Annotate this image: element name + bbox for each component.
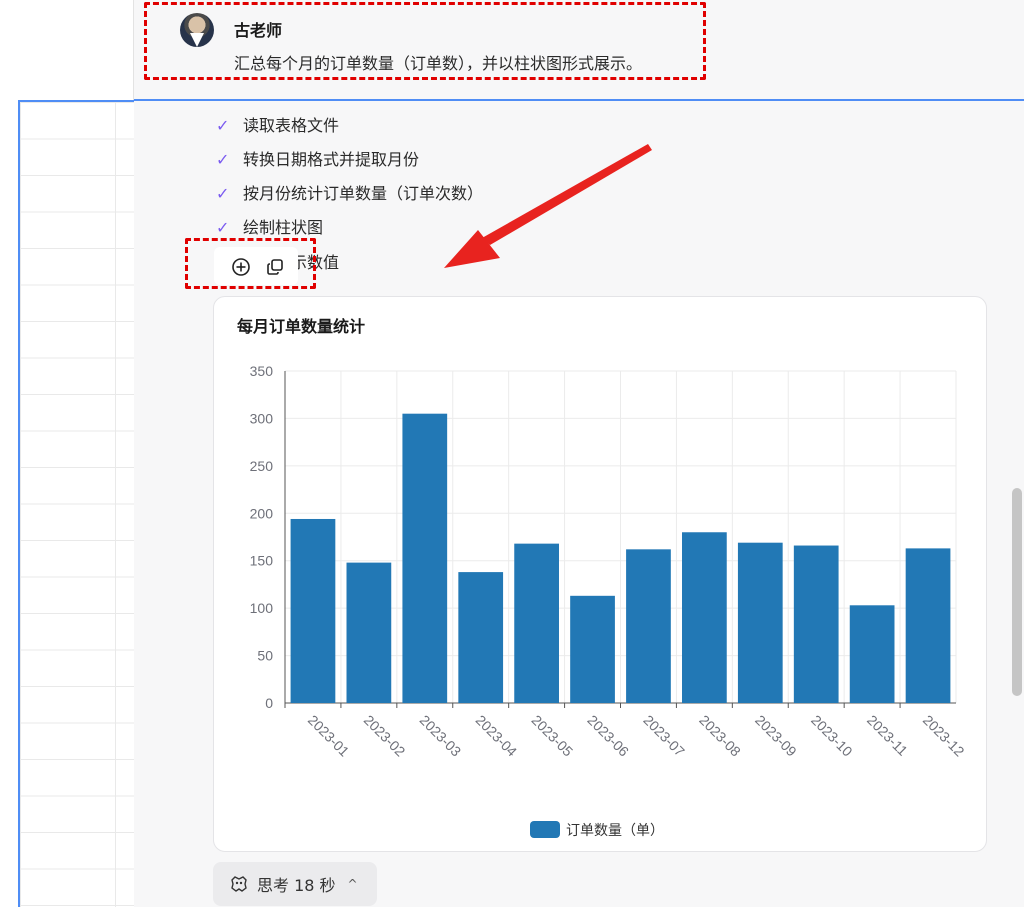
bar — [682, 532, 727, 703]
y-tick-label: 150 — [250, 553, 274, 569]
think-label: 思考 18 秒 — [257, 876, 336, 895]
bar — [737, 542, 783, 703]
x-tick-label: 2023-03 — [417, 712, 465, 760]
sheet-grid — [18, 100, 134, 907]
step-item: ✓ 读取表格文件 — [216, 112, 339, 136]
check-icon: ✓ — [216, 218, 230, 237]
x-tick-label: 2023-04 — [473, 712, 521, 760]
x-tick-label: 2023-06 — [584, 712, 632, 760]
bar-chart: 0501001502002503003502023-01 2023-02 2023-… — [250, 363, 968, 839]
legend-swatch — [530, 821, 560, 838]
x-tick-label: 2023-01 — [305, 712, 353, 760]
bar — [514, 543, 559, 703]
y-tick-label: 300 — [250, 410, 274, 426]
step-label: 读取表格文件 — [243, 116, 340, 135]
bar — [290, 518, 336, 703]
bar — [905, 548, 951, 703]
bar — [626, 549, 671, 703]
scrollbar-thumb[interactable] — [1012, 488, 1022, 696]
chevron-up-icon: ^ — [347, 877, 358, 891]
bar — [402, 413, 448, 703]
x-tick-label: 2023-11 — [864, 712, 911, 759]
x-tick-label: 2023-09 — [752, 712, 800, 760]
step-item: ✓ 绘制柱状图 — [216, 214, 323, 238]
check-icon: ✓ — [216, 116, 230, 135]
avatar — [180, 13, 214, 47]
x-tick-label: 2023-10 — [808, 712, 856, 760]
legend-label: 订单数量（单） — [566, 823, 664, 839]
annotation-arrow — [444, 144, 652, 268]
step-label: 绘制柱状图 — [243, 218, 324, 237]
bar — [458, 572, 504, 703]
sheet-background — [0, 0, 134, 100]
check-icon: ✓ — [216, 184, 230, 203]
bar — [570, 595, 615, 703]
x-tick-label: 2023-12 — [920, 712, 968, 760]
bar — [346, 562, 392, 703]
bar — [849, 605, 895, 703]
y-tick-label: 350 — [250, 363, 274, 379]
sheet-margin — [0, 100, 18, 907]
y-tick-label: 50 — [257, 648, 273, 664]
y-tick-label: 200 — [250, 505, 274, 521]
x-tick-label: 2023-08 — [696, 712, 744, 760]
beta-think-icon — [231, 876, 247, 892]
y-tick-label: 0 — [265, 695, 273, 711]
x-tick-label: 2023-05 — [529, 712, 577, 760]
check-icon: ✓ — [216, 150, 230, 169]
user-message: 汇总每个月的订单数量（订单数），并以柱状图形式展示。 — [234, 54, 643, 73]
action-bar-highlight — [185, 238, 316, 289]
panel-divider — [134, 99, 1024, 101]
bar — [793, 545, 839, 703]
x-tick-label: 2023-02 — [361, 712, 409, 760]
chart-card: 每月订单数量统计 0 50 100 150 200 250 300 350 2023-01 202… — [213, 296, 987, 852]
y-tick-label: 250 — [250, 458, 274, 474]
user-name: 古老师 — [234, 21, 283, 40]
think-toggle-button[interactable]: 思考 18 秒 ^ — [213, 862, 377, 906]
x-tick-label: 2023-07 — [640, 712, 688, 760]
step-item: ✓ 转换日期格式并提取月份 — [216, 146, 419, 170]
y-tick-label: 100 — [250, 600, 274, 616]
step-label: 转换日期格式并提取月份 — [243, 150, 420, 169]
